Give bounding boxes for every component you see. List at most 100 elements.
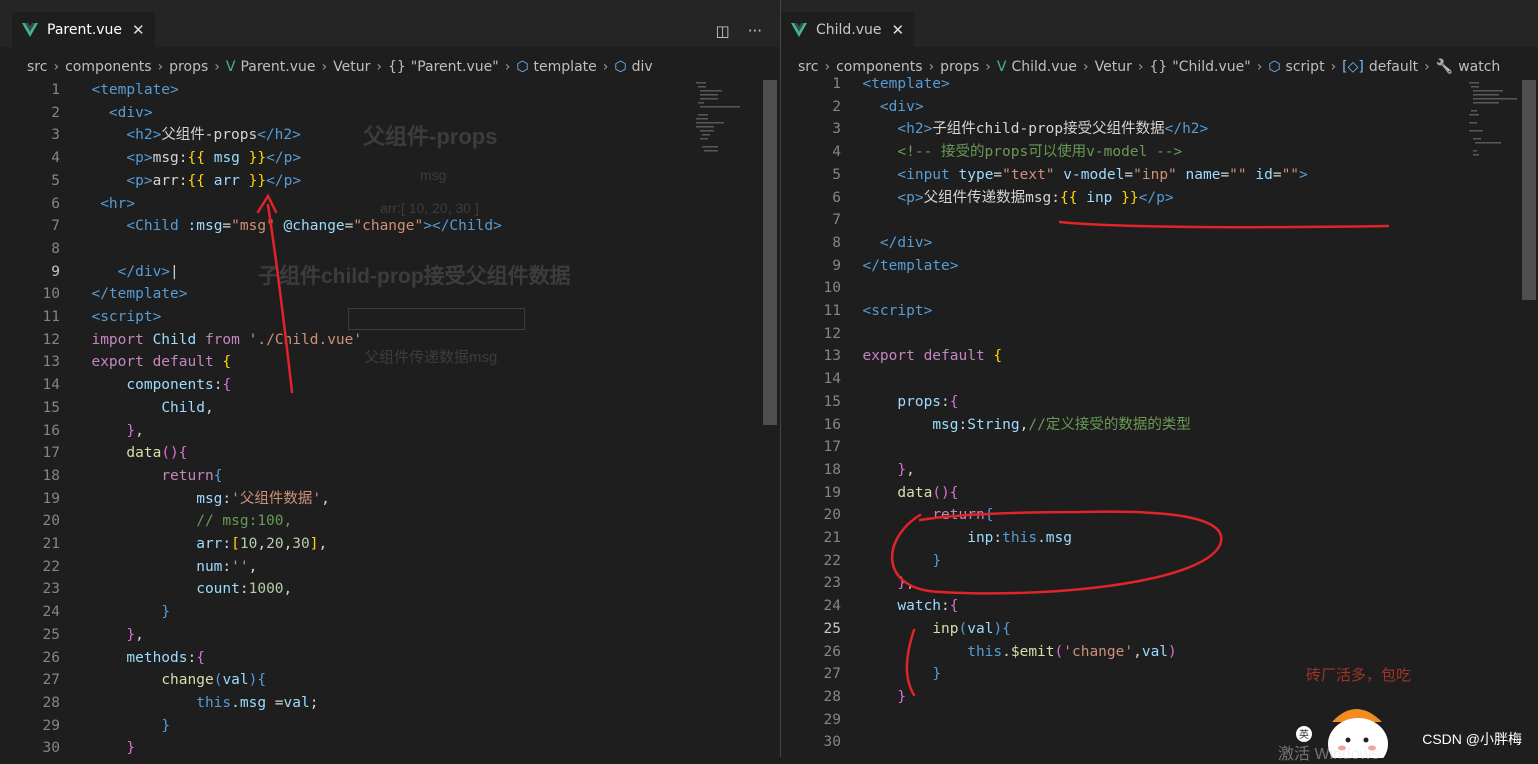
code-line[interactable]: 27 } (781, 663, 1538, 686)
code-token: } (897, 575, 907, 592)
breadcrumb-item[interactable]: src (27, 59, 47, 75)
code-line[interactable]: 4 <!-- 接受的props可以使用v-model --> (781, 141, 1538, 164)
split-editor-icon[interactable]: ◫ (716, 22, 730, 40)
breadcrumb-item[interactable]: Vetur (333, 59, 370, 75)
code-line[interactable]: 2 <div> (781, 96, 1538, 119)
code-token: , (906, 461, 915, 478)
scrollbar-thumb[interactable] (763, 80, 777, 425)
breadcrumb-item[interactable]: components (65, 59, 152, 75)
code-token: <h2> (897, 121, 933, 138)
breadcrumb[interactable]: src › components › props › V Parent.vue › Vetur › {… (0, 56, 780, 78)
code-line[interactable]: 18 }, (781, 459, 1538, 482)
scrollbar-thumb[interactable] (1522, 80, 1536, 300)
code-line[interactable]: 24 watch:{ (781, 595, 1538, 618)
code-line[interactable]: 12 (781, 323, 1538, 346)
code-line[interactable]: 7 <Child :msg="msg" @change="change"></C… (0, 215, 780, 238)
code-line[interactable]: 3 <h2>子组件child-prop接受父组件数据</h2> (781, 118, 1538, 141)
code-line[interactable]: 21 inp:this.msg (781, 527, 1538, 550)
code-line[interactable]: 16 }, (0, 420, 780, 443)
code-line[interactable]: 22 num:'', (0, 556, 780, 579)
line-number: 11 (823, 303, 841, 319)
minimap[interactable] (694, 80, 754, 160)
code-line[interactable]: 28 } (781, 686, 1538, 709)
code-token: } (126, 740, 136, 757)
tab-label: Parent.vue (47, 21, 123, 38)
tab-child-vue[interactable]: Child.vue ✕ (781, 12, 915, 47)
code-line[interactable]: 22 } (781, 550, 1538, 573)
breadcrumb-item[interactable]: Parent.vue (240, 59, 315, 75)
code-line[interactable]: 16 msg:String,//定义接受的数据的类型 (781, 414, 1538, 437)
minimap[interactable] (1467, 80, 1527, 160)
code-text: watch:{ (845, 595, 958, 618)
code-line[interactable]: 30 } (0, 737, 780, 757)
code-token: "change" (353, 218, 424, 235)
code-line[interactable]: 23 }, (781, 572, 1538, 595)
code-line[interactable]: 14 (781, 368, 1538, 391)
breadcrumb-item[interactable]: div (632, 59, 653, 75)
editor-pane-right[interactable]: Child.vue ✕ src › components › props › V Child.… (781, 0, 1538, 757)
breadcrumb-item[interactable]: "Parent.vue" (411, 59, 499, 75)
code-line[interactable]: 17 (781, 436, 1538, 459)
code-line[interactable]: 26 this.$emit('change',val) (781, 641, 1538, 664)
code-line[interactable]: 6 <p>父组件传递数据msg:{{ inp }}</p> (781, 187, 1538, 210)
breadcrumb-item[interactable]: props (169, 59, 208, 75)
code-token: 10 (239, 536, 258, 552)
code-token: > (1299, 166, 1308, 183)
code-token: { (993, 348, 1003, 365)
code-line[interactable]: 8 (0, 238, 780, 261)
code-token: this (967, 643, 1003, 660)
code-line[interactable]: 5 <p>arr:{{ arr }}</p> (0, 170, 780, 193)
code-line[interactable]: 28 this.msg =val; (0, 692, 780, 715)
code-line[interactable]: 13 export default { (781, 345, 1538, 368)
code-line[interactable]: 17 data(){ (0, 442, 780, 465)
code-line[interactable]: 26 methods:{ (0, 647, 780, 670)
code-line[interactable]: 25 inp(val){ (781, 618, 1538, 641)
code-line[interactable]: 1 <template> (0, 79, 780, 102)
code-line[interactable]: 15 props:{ (781, 391, 1538, 414)
code-line[interactable]: 15 Child, (0, 397, 780, 420)
breadcrumb-item[interactable]: template (534, 59, 597, 75)
code-line[interactable]: 19 data(){ (781, 482, 1538, 505)
code-line[interactable]: 14 components:{ (0, 374, 780, 397)
tab-parent-vue[interactable]: Parent.vue ✕ (12, 12, 155, 47)
code-line[interactable]: 9 </template> (781, 255, 1538, 278)
code-token: 1000 (248, 581, 284, 598)
code-line[interactable]: 1 <template> (781, 73, 1538, 96)
close-icon[interactable]: ✕ (132, 21, 145, 39)
line-number: 12 (42, 331, 60, 348)
code-line[interactable]: 25 }, (0, 624, 780, 647)
code-line[interactable]: 11 <script> (781, 300, 1538, 323)
vue-icon (791, 22, 807, 37)
code-line[interactable]: 10 (781, 277, 1538, 300)
code-line[interactable]: 19 msg:'父组件数据', (0, 488, 780, 511)
code-line[interactable]: 29 } (0, 715, 780, 738)
line-number: 8 (832, 234, 841, 251)
code-token: msg (932, 416, 959, 433)
code-token: , (1133, 643, 1142, 660)
line-number: 20 (823, 507, 841, 524)
ghost-title: 父组件-props (363, 124, 498, 149)
more-actions-icon[interactable]: ··· (748, 22, 762, 40)
code-text: <p>父组件传递数据msg:{{ inp }}</p> (845, 187, 1173, 210)
code-line[interactable]: 5 <input type="text" v-model="inp" name=… (781, 164, 1538, 187)
close-icon[interactable]: ✕ (892, 21, 905, 39)
code-line[interactable]: 24 } (0, 601, 780, 624)
code-line[interactable]: 23 count:1000, (0, 578, 780, 601)
code-line[interactable]: 20 return{ (781, 504, 1538, 527)
code-token: <div> (879, 98, 924, 115)
code-line[interactable]: 7 (781, 209, 1538, 232)
code-line[interactable]: 18 return{ (0, 465, 780, 488)
code-line[interactable]: 20 // msg:100, (0, 510, 780, 533)
code-line[interactable]: 27 change(val){ (0, 669, 780, 692)
code-token: <template> (91, 82, 179, 98)
code-line[interactable]: 21 arr:[10,20,30], (0, 533, 780, 556)
code-line[interactable]: 8 </div> (781, 232, 1538, 255)
editor-pane-left[interactable]: Parent.vue ✕ ◫ ··· src › components › props ›… (0, 0, 780, 757)
